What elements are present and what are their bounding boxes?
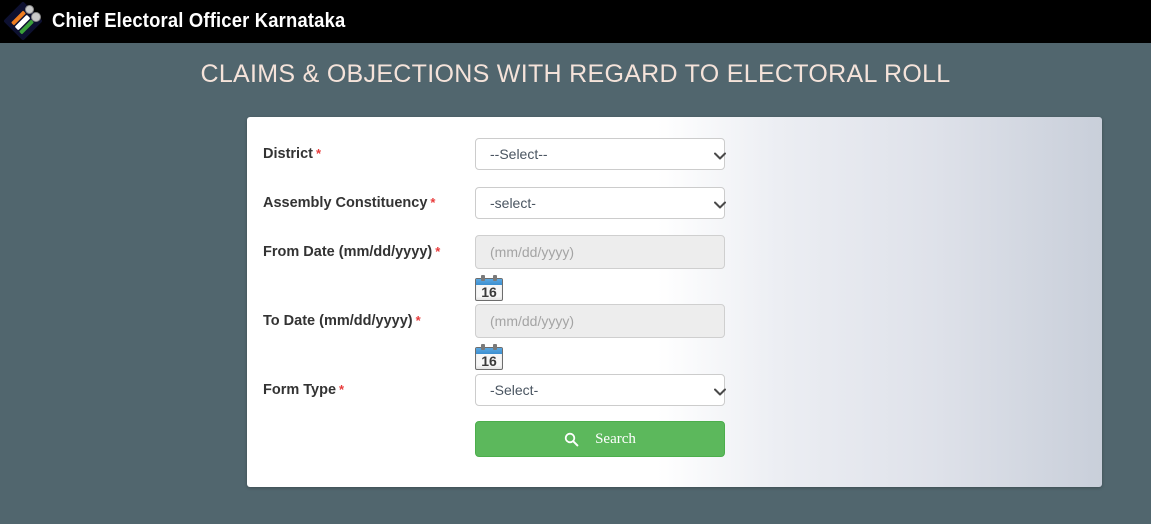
- control-form-type: -Select-: [475, 374, 726, 406]
- form-row-from-date: From Date (mm/dd/yyyy) * (mm/dd/yyyy): [247, 235, 1102, 269]
- to-date-calendar-wrap: 16: [475, 344, 503, 375]
- form-type-select-value: -Select-: [490, 382, 539, 398]
- required-asterisk: *: [315, 146, 322, 161]
- label-assembly-constituency-text: Assembly Constituency: [263, 195, 428, 211]
- label-form-type: Form Type *: [247, 382, 475, 398]
- label-from-date-text: From Date (mm/dd/yyyy): [263, 244, 433, 260]
- form-row-assembly-constituency: Assembly Constituency * -select-: [247, 187, 1102, 219]
- calendar-day-number: 16: [481, 284, 497, 300]
- from-date-input[interactable]: (mm/dd/yyyy): [475, 235, 725, 269]
- district-select-value: --Select--: [490, 146, 548, 162]
- label-to-date: To Date (mm/dd/yyyy) *: [247, 313, 475, 329]
- calendar-icon[interactable]: 16: [475, 275, 503, 301]
- page-title: CLAIMS & OBJECTIONS WITH REGARD TO ELECT…: [200, 60, 951, 88]
- form-row-district: District * --Select--: [247, 138, 1102, 170]
- required-asterisk: *: [415, 313, 421, 328]
- search-form-card: District * --Select-- Assembly Constituen…: [247, 117, 1102, 487]
- calendar-icon[interactable]: 16: [475, 344, 503, 370]
- form-type-select[interactable]: -Select-: [475, 374, 726, 406]
- calendar-ring-right: [493, 344, 497, 350]
- required-asterisk: *: [339, 382, 345, 397]
- control-assembly-constituency: -select-: [475, 187, 726, 219]
- search-button-label: Search: [595, 430, 636, 447]
- required-asterisk: *: [430, 195, 436, 210]
- form-row-form-type: Form Type * -Select-: [247, 374, 1102, 406]
- search-icon: [564, 432, 579, 447]
- label-from-date: From Date (mm/dd/yyyy) *: [247, 244, 475, 260]
- label-district: District *: [247, 146, 475, 162]
- calendar-ring-left: [481, 344, 485, 350]
- control-from-date: (mm/dd/yyyy): [475, 235, 725, 269]
- from-date-placeholder: (mm/dd/yyyy): [490, 244, 574, 260]
- control-to-date: (mm/dd/yyyy): [475, 304, 725, 338]
- assembly-constituency-select[interactable]: -select-: [475, 187, 726, 219]
- site-title: Chief Electoral Officer Karnataka: [52, 10, 346, 32]
- label-district-text: District: [263, 146, 313, 162]
- required-asterisk: *: [435, 244, 441, 259]
- logo-dot-lower: [31, 11, 41, 22]
- calendar-ring-right: [493, 275, 497, 281]
- control-district: --Select--: [475, 138, 726, 170]
- district-select[interactable]: --Select--: [475, 138, 726, 170]
- eci-logo: [3, 0, 44, 41]
- calendar-ring-left: [481, 275, 485, 281]
- form-row-to-date: To Date (mm/dd/yyyy) * (mm/dd/yyyy): [247, 304, 1102, 338]
- assembly-constituency-select-value: -select-: [490, 195, 536, 211]
- search-button[interactable]: Search: [475, 421, 725, 457]
- to-date-placeholder: (mm/dd/yyyy): [490, 313, 574, 329]
- to-date-input[interactable]: (mm/dd/yyyy): [475, 304, 725, 338]
- top-header-bar: Chief Electoral Officer Karnataka: [0, 0, 1151, 43]
- label-to-date-text: To Date (mm/dd/yyyy): [263, 313, 413, 329]
- label-form-type-text: Form Type: [263, 382, 337, 398]
- search-button-wrap: Search: [475, 421, 725, 457]
- calendar-day-number: 16: [481, 353, 497, 369]
- from-date-calendar-wrap: 16: [475, 275, 503, 306]
- label-assembly-constituency: Assembly Constituency *: [247, 195, 475, 211]
